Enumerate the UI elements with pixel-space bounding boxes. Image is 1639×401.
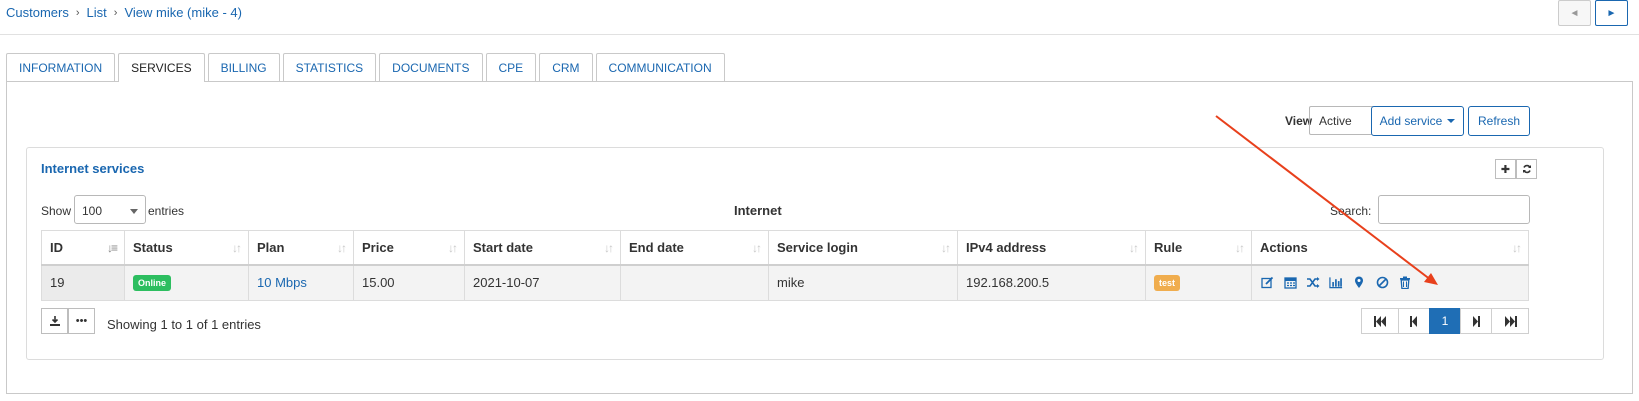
export-tools: ••• — [41, 308, 95, 334]
download-icon[interactable] — [41, 308, 68, 334]
cell-plan: 10 Mbps — [248, 264, 354, 301]
tab-documents[interactable]: DOCUMENTS — [379, 53, 483, 81]
breadcrumb-customers[interactable]: Customers — [6, 5, 69, 20]
rule-badge: test — [1154, 275, 1181, 292]
add-service-button[interactable]: Add service — [1371, 106, 1464, 136]
more-options-icon[interactable]: ••• — [68, 308, 95, 334]
card-title: Internet services — [41, 161, 145, 176]
next-record-button[interactable]: ► — [1595, 0, 1628, 26]
search-label: Search: — [1330, 204, 1372, 218]
cell-start-date: 2021-10-07 — [464, 264, 621, 301]
tab-services[interactable]: SERVICES — [118, 53, 205, 82]
sort-icon: ↓↑ — [1129, 241, 1139, 255]
column-header-end-date[interactable]: End date ↓↑ — [620, 230, 769, 266]
add-icon[interactable]: ✚ — [1495, 159, 1516, 179]
previous-page-icon[interactable] — [1398, 308, 1430, 334]
caret-down-icon — [130, 209, 138, 214]
caret-right-icon: ► — [1606, 7, 1617, 19]
column-header-price[interactable]: Price ↓↑ — [353, 230, 465, 266]
column-header-service-login[interactable]: Service login ↓↑ — [768, 230, 958, 266]
sort-icon: ↓↑ — [941, 241, 951, 255]
add-service-label: Add service — [1379, 114, 1443, 128]
show-label: Show — [41, 204, 72, 218]
shuffle-icon[interactable] — [1306, 276, 1320, 290]
caret-left-icon: ◄ — [1569, 7, 1580, 19]
column-header-rule[interactable]: Rule ↓↑ — [1145, 230, 1252, 266]
column-header-actions[interactable]: Actions ↓↑ — [1251, 230, 1529, 266]
internet-services-card: Internet services ✚ Show 100 entries Int… — [26, 147, 1604, 360]
next-page-icon[interactable] — [1460, 308, 1492, 334]
trash-icon[interactable] — [1398, 276, 1412, 290]
calendar-icon[interactable] — [1283, 276, 1297, 290]
chevron-right-icon: › — [113, 6, 118, 19]
cell-price: 15.00 — [353, 264, 465, 301]
cell-end-date — [620, 264, 769, 301]
column-header-plan[interactable]: Plan ↓↑ — [248, 230, 354, 266]
sort-icon: ↓↑ — [448, 241, 458, 255]
tab-communication[interactable]: COMMUNICATION — [595, 53, 725, 81]
tab-crm[interactable]: CRM — [539, 53, 593, 81]
services-table: ID ↓≡ Status ↓↑ Plan ↓↑ Price ↓↑ Start date ↓… — [41, 230, 1529, 301]
sort-icon: ↓↑ — [1512, 241, 1522, 255]
sort-icon: ↓≡ — [106, 241, 118, 255]
tab-cpe[interactable]: CPE — [485, 53, 537, 81]
status-badge: Online — [133, 275, 172, 292]
bar-chart-icon[interactable] — [1329, 276, 1343, 290]
block-icon[interactable] — [1375, 276, 1389, 290]
table-info: Showing 1 to 1 of 1 entries — [107, 317, 261, 332]
sort-icon: ↓↑ — [604, 241, 614, 255]
cell-rule: test — [1145, 264, 1252, 301]
last-page-icon[interactable] — [1491, 308, 1529, 334]
tab-billing[interactable]: BILLING — [207, 53, 280, 81]
sort-icon: ↓↑ — [232, 241, 242, 255]
tab-statistics[interactable]: STATISTICS — [282, 53, 377, 81]
table-row[interactable]: 19 Online 10 Mbps 15.00 2021-10-07 mike … — [41, 264, 1529, 301]
entries-label: entries — [148, 204, 185, 218]
cell-ipv4: 192.168.200.5 — [957, 264, 1146, 301]
search-input[interactable] — [1378, 195, 1530, 224]
edit-icon[interactable] — [1260, 276, 1274, 290]
top-bar: Customers › List › View mike (mike - 4) … — [0, 0, 1639, 35]
breadcrumb-list[interactable]: List — [87, 5, 107, 20]
sort-icon: ↓↑ — [752, 241, 762, 255]
page-length-value: 100 — [82, 204, 103, 218]
cell-status: Online — [124, 264, 249, 301]
breadcrumb: Customers › List › View mike (mike - 4) — [6, 5, 242, 20]
page-1-button[interactable]: 1 — [1429, 308, 1461, 334]
breadcrumb-current[interactable]: View mike (mike - 4) — [124, 5, 242, 20]
refresh-label: Refresh — [1477, 114, 1521, 128]
cell-id: 19 — [41, 264, 125, 301]
sort-icon: ↓↑ — [1235, 241, 1245, 255]
table-caption: Internet — [734, 203, 782, 218]
tab-information[interactable]: INFORMATION — [6, 53, 116, 81]
cell-service-login: mike — [768, 264, 958, 301]
first-page-icon[interactable] — [1361, 308, 1399, 334]
services-panel: View Active Add service Refresh Internet… — [6, 81, 1633, 394]
refresh-icon[interactable] — [1516, 159, 1537, 179]
chevron-right-icon: › — [75, 6, 80, 19]
customer-tabs: INFORMATION SERVICES BILLING STATISTICS … — [6, 53, 728, 82]
sort-icon: ↓↑ — [337, 241, 347, 255]
view-select-value: Active — [1319, 114, 1352, 128]
plan-link[interactable]: 10 Mbps — [257, 275, 307, 290]
column-header-status[interactable]: Status ↓↑ — [124, 230, 249, 266]
page-length-select[interactable]: 100 — [74, 195, 146, 224]
column-header-start-date[interactable]: Start date ↓↑ — [464, 230, 621, 266]
card-tools: ✚ — [1495, 159, 1537, 179]
table-header-row: ID ↓≡ Status ↓↑ Plan ↓↑ Price ↓↑ Start date ↓… — [41, 230, 1529, 266]
previous-record-button[interactable]: ◄ — [1558, 0, 1591, 26]
refresh-button[interactable]: Refresh — [1468, 106, 1530, 136]
cell-actions — [1251, 264, 1529, 301]
column-header-ipv4[interactable]: IPv4 address ↓↑ — [957, 230, 1146, 266]
column-header-id[interactable]: ID ↓≡ — [41, 230, 125, 266]
pagination: 1 — [1361, 308, 1529, 334]
caret-down-icon — [1447, 119, 1456, 123]
map-marker-icon[interactable] — [1352, 276, 1366, 290]
